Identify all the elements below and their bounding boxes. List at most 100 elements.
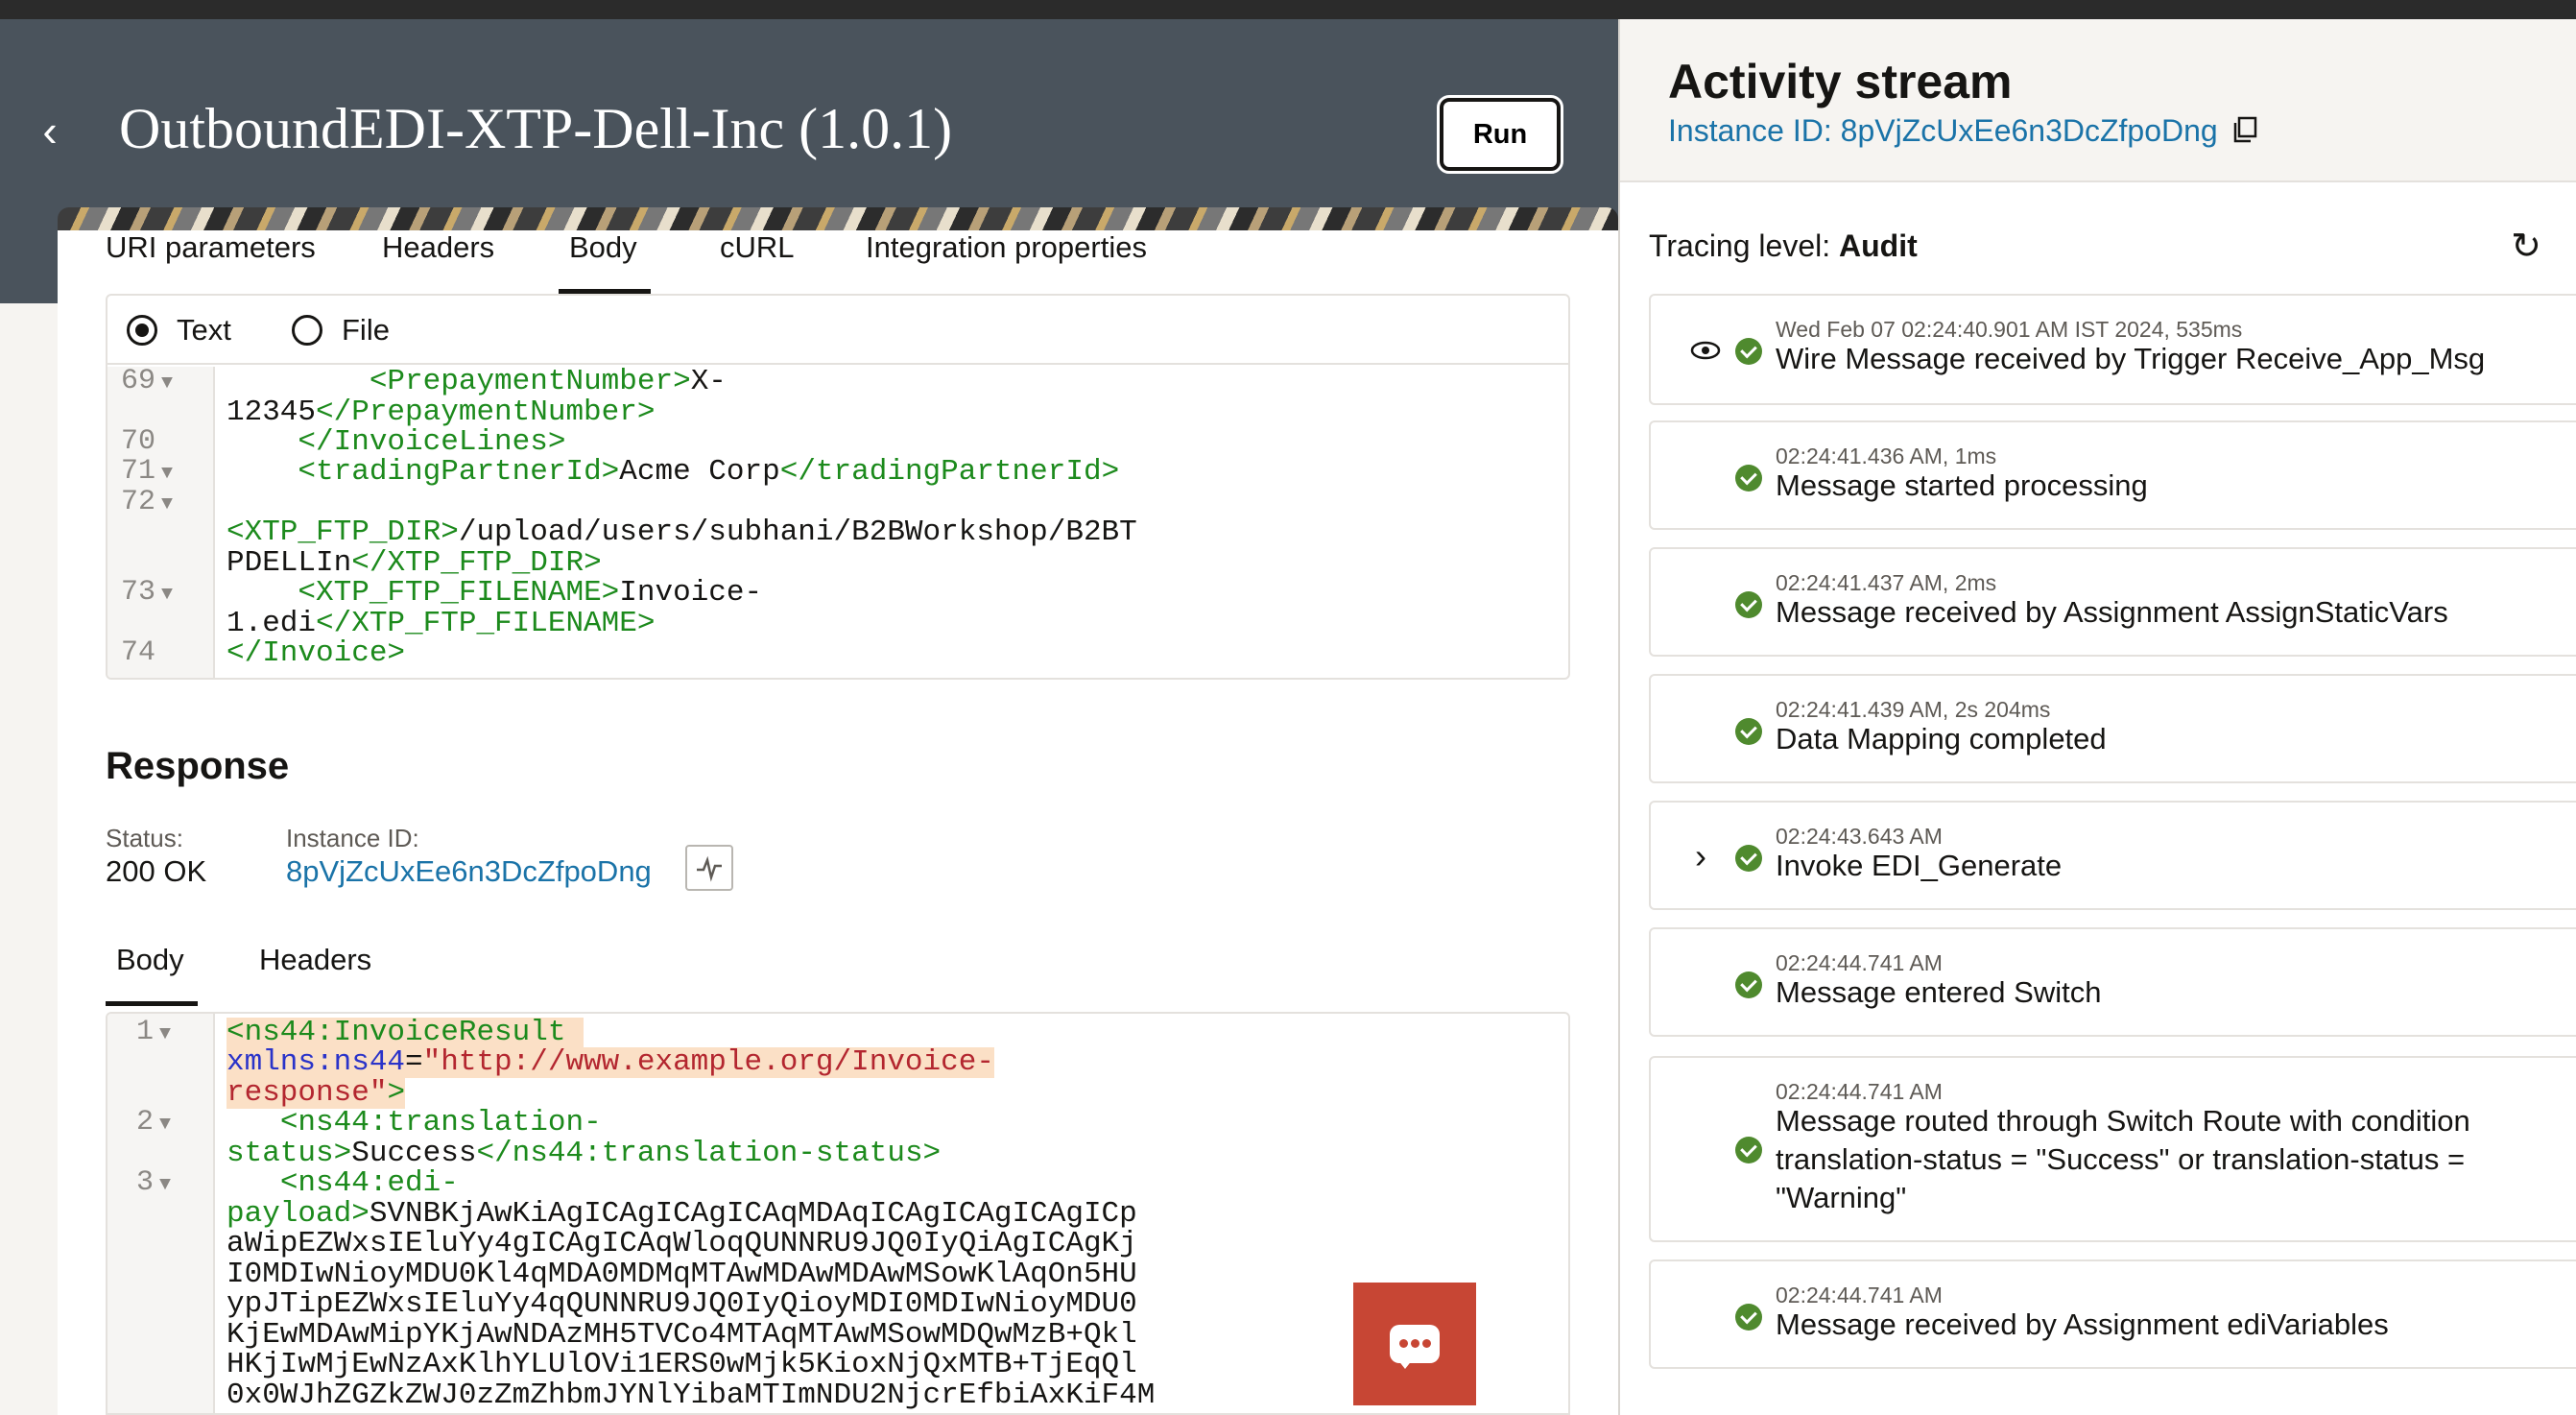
activity-timestamp: 02:24:44.741 AM [1776, 1283, 1943, 1307]
code-line: </InvoiceLines> [298, 425, 566, 459]
tab-integration-properties[interactable]: Integration properties [866, 230, 1147, 294]
code-line: </Invoice> [227, 636, 406, 670]
activity-message: Data Mapping completed [1776, 722, 2107, 755]
success-check-icon [1735, 1137, 1762, 1163]
chat-button[interactable] [1353, 1283, 1476, 1405]
tab-response-body[interactable]: Body [106, 943, 198, 1006]
radio-selected-icon [127, 315, 157, 346]
instance-id-label: Instance ID: [286, 824, 419, 852]
line-number: 71 ▼ [121, 455, 174, 488]
tab-body[interactable]: Body [559, 230, 651, 294]
activity-item[interactable]: 02:24:41.439 AM, 2s 204ms Data Mapping c… [1649, 674, 2576, 783]
radio-text[interactable]: Text [127, 313, 231, 348]
activity-message: Message routed through Switch Route with… [1776, 1104, 2470, 1214]
activity-timestamp: 02:24:41.436 AM, 1ms [1776, 444, 1997, 468]
request-body-editor: Text File 69 ▼ 70 71 ▼ 72 ▼ 73 ▼ 74 <Prepaym… [106, 294, 1570, 680]
chat-dot [1422, 1339, 1431, 1348]
activity-stream-header: Activity stream Instance ID: 8pVjZcUxEe6… [1620, 19, 2576, 182]
code-line: <PrepaymentNumber>X- [369, 365, 727, 398]
request-tabs: URI parameters Headers Body cURL Integra… [58, 230, 1618, 294]
success-check-icon [1735, 1304, 1762, 1331]
tracing-level-value: Audit [1839, 228, 1918, 263]
code-line: I0MDIwNioyMDU0Kl4qMDA0MDMqMTAwMDAwMDAwMS… [227, 1258, 1137, 1291]
chat-dot [1399, 1339, 1408, 1348]
code-line: status>Success</ns44:translation-status> [227, 1137, 942, 1170]
tab-response-headers[interactable]: Headers [259, 943, 371, 1006]
activity-stream-icon [697, 855, 722, 882]
code-line: <XTP_FTP_DIR>/upload/users/subhani/B2BWo… [227, 516, 1137, 549]
tab-uri-parameters[interactable]: URI parameters [106, 230, 316, 294]
radio-file[interactable]: File [292, 313, 390, 348]
line-number: 74 [121, 636, 156, 669]
request-code[interactable]: 69 ▼ 70 71 ▼ 72 ▼ 73 ▼ 74 <PrepaymentNumber>… [107, 365, 1568, 678]
activity-timestamp: 02:24:41.439 AM, 2s 204ms [1776, 697, 2051, 722]
code-line: KjEwMDAwMipYKjAwNDAzMH5TVCo4MTAqMTAwMSow… [227, 1318, 1137, 1352]
activity-stream-button[interactable] [685, 845, 733, 891]
line-number: 70 [121, 425, 156, 458]
response-heading: Response [106, 745, 290, 787]
activity-timestamp: 02:24:44.741 AM [1776, 1079, 1943, 1104]
activity-timestamp: 02:24:44.741 AM [1776, 950, 1943, 975]
success-check-icon [1735, 845, 1762, 872]
success-check-icon [1735, 591, 1762, 618]
activity-item[interactable]: › 02:24:43.643 AM Invoke EDI_Generate [1649, 801, 2576, 910]
success-check-icon [1735, 338, 1762, 365]
response-code[interactable]: 1 ▼ 2 ▼ 3 ▼ <ns44:InvoiceResult xmlns:ns44=… [107, 1014, 1568, 1413]
status-label: Status: [106, 824, 183, 852]
line-gutter: 69 ▼ 70 71 ▼ 72 ▼ 73 ▼ 74 [107, 366, 215, 678]
code-line: xmlns:ns44="http://www.example.org/Invoi… [227, 1045, 994, 1079]
code-line: payload>SVNBKjAwKiAgICAgICAgICAqMDAqICAg… [227, 1197, 1137, 1231]
eye-icon[interactable] [1689, 340, 1722, 361]
line-number: 1 ▼ [136, 1016, 172, 1048]
activity-stream-title: Activity stream [1668, 55, 2013, 108]
activity-message: Message received by Assignment AssignSta… [1776, 595, 2448, 629]
activity-item[interactable]: 02:24:44.741 AM Message entered Switch [1649, 927, 2576, 1037]
activity-message: Wire Message received by Trigger Receive… [1776, 342, 2486, 375]
code-line: HKjIwMjEwNzAxKlhYLUlOVi1ERS0wMjk5KioxNjQ… [227, 1348, 1137, 1381]
activity-stream-panel: Activity stream Instance ID: 8pVjZcUxEe6… [1618, 19, 2576, 1415]
code-line: PDELLIn</XTP_FTP_DIR> [227, 546, 602, 580]
code-line: <XTP_FTP_FILENAME>Invoice- [298, 576, 763, 610]
line-number: 2 ▼ [136, 1106, 172, 1139]
header-banner [58, 207, 1618, 230]
tracing-level: Tracing level: Audit [1649, 228, 1918, 264]
radio-unselected-icon [292, 315, 322, 346]
tab-curl[interactable]: cURL [720, 230, 795, 294]
instance-id-link[interactable]: 8pVjZcUxEe6n3DcZfpoDng [286, 854, 652, 889]
code-line: 1.edi</XTP_FTP_FILENAME> [227, 607, 656, 640]
run-button[interactable]: Run [1437, 95, 1563, 174]
line-number: 73 ▼ [121, 576, 174, 609]
activity-instance-id[interactable]: Instance ID: 8pVjZcUxEe6n3DcZfpoDng [1668, 113, 2218, 149]
activity-message: Message started processing [1776, 468, 2148, 502]
chat-dot [1411, 1339, 1419, 1348]
activity-item[interactable]: 02:24:44.741 AM Message received by Assi… [1649, 1259, 2576, 1369]
success-check-icon [1735, 718, 1762, 745]
activity-message: Message entered Switch [1776, 975, 2102, 1009]
activity-message: Message received by Assignment ediVariab… [1776, 1307, 2389, 1341]
refresh-icon[interactable]: ↻ [2507, 228, 2545, 267]
status-value: 200 OK [106, 854, 207, 888]
code-line: 12345</PrepaymentNumber> [227, 395, 656, 429]
activity-message: Invoke EDI_Generate [1776, 849, 2063, 882]
page-title: OutboundEDI-XTP-Dell-Inc (1.0.1) [119, 97, 953, 160]
copy-icon[interactable] [2230, 115, 2259, 144]
line-number: 3 ▼ [136, 1166, 172, 1199]
activity-item[interactable]: 02:24:41.436 AM, 1ms Message started pro… [1649, 420, 2576, 530]
activity-timestamp: Wed Feb 07 02:24:40.901 AM IST 2024, 535… [1776, 317, 2243, 342]
line-number: 72 ▼ [121, 486, 174, 518]
activity-timestamp: 02:24:43.643 AM [1776, 824, 1943, 849]
code-line: aWipEZWxsIEluYy4gICAgICAqWloqQUNNRU9JQ0I… [227, 1227, 1137, 1260]
code-line: <ns44:InvoiceResult [227, 1018, 584, 1048]
back-icon[interactable]: ‹ [27, 106, 73, 156]
activity-timestamp: 02:24:41.437 AM, 2ms [1776, 570, 1997, 595]
success-check-icon [1735, 971, 1762, 998]
line-gutter: 1 ▼ 2 ▼ 3 ▼ [107, 1014, 215, 1413]
activity-item[interactable]: Wed Feb 07 02:24:40.901 AM IST 2024, 535… [1649, 294, 2576, 405]
top-strip [0, 0, 2576, 19]
activity-item[interactable]: 02:24:44.741 AM Message routed through S… [1649, 1056, 2576, 1242]
body-format-selector: Text File [107, 296, 1568, 365]
chevron-right-icon[interactable]: › [1695, 839, 1706, 874]
activity-item[interactable]: 02:24:41.437 AM, 2ms Message received by… [1649, 547, 2576, 657]
tab-headers[interactable]: Headers [382, 230, 494, 294]
code-line: <ns44:edi- [279, 1166, 459, 1200]
